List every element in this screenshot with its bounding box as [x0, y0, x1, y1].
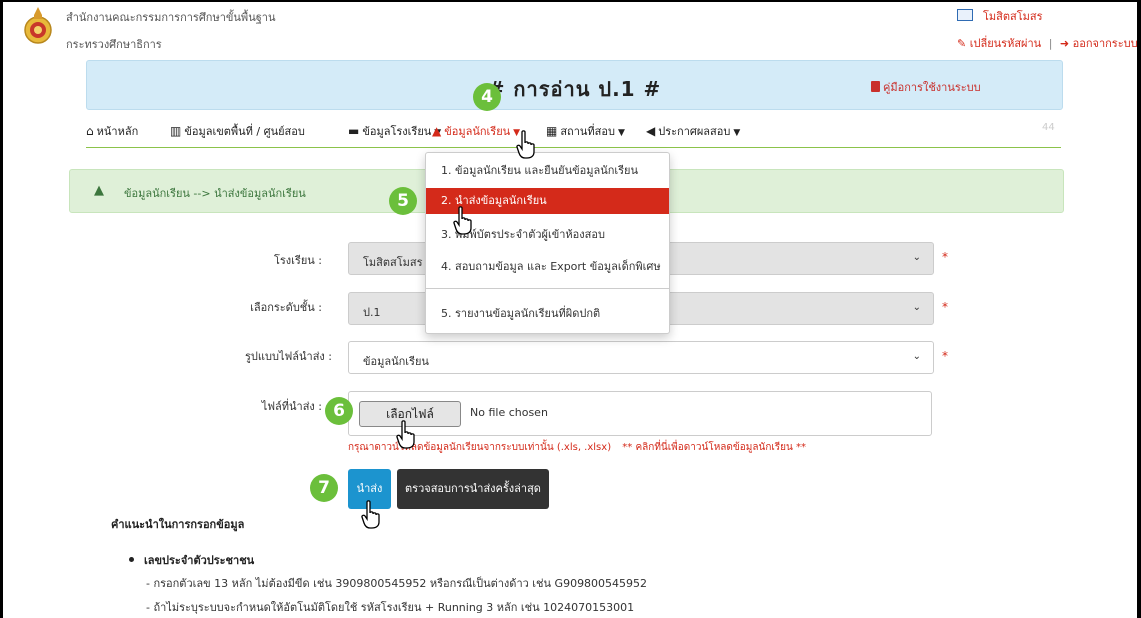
chevron-down-icon: ⌄: [912, 302, 921, 313]
chevron-down-icon: ⌄: [912, 252, 921, 263]
file-input[interactable]: เลือกไฟล์ No file chosen: [348, 391, 932, 436]
breadcrumb-text: ข้อมูลนักเรียน --> นำส่งข้อมูลนักเรียน: [124, 187, 306, 200]
grade-select-value: ป.1: [363, 306, 381, 319]
step-badge-7: 7: [310, 474, 338, 502]
ministry-name: กระทรวงศึกษาธิการ: [66, 38, 162, 51]
nav-venue-label[interactable]: สถานที่สอบ: [560, 125, 615, 138]
nav-school[interactable]: ▬ ข้อมูลโรงเรียน ▼: [348, 122, 441, 140]
required-marker: *: [942, 349, 948, 363]
filetype-select-value: ข้อมูลนักเรียน: [363, 355, 429, 368]
nav-results-label[interactable]: ประกาศผลสอบ: [658, 125, 730, 138]
required-marker: *: [942, 250, 948, 264]
frame-top: [0, 0, 1141, 2]
hand-cursor-icon: [396, 420, 415, 449]
header-actions: ✎ เปลี่ยนรหัสผ่าน | ➜ ออกจากระบบ: [957, 34, 1138, 52]
graduation-cap-icon: ▲: [94, 183, 104, 198]
logout-link[interactable]: ออกจากระบบ: [1073, 37, 1138, 50]
step-badge-4: 4: [473, 83, 501, 111]
menu-item-student-data[interactable]: 1. ข้อมูลนักเรียน และยืนยันข้อมูลนักเรีย…: [426, 158, 669, 184]
user-name[interactable]: โมสิตสโมสร: [983, 10, 1043, 23]
nav-area-label[interactable]: ข้อมูลเขตพื้นที่ / ศูนย์สอบ: [184, 125, 305, 138]
file-label: ไฟล์ที่นำส่ง :: [261, 400, 322, 413]
step-badge-6: 6: [325, 397, 353, 425]
nav-results[interactable]: ◀ ประกาศผลสอบ ▼: [646, 122, 740, 140]
caret-down-icon: ▼: [617, 128, 625, 138]
building-icon: ▥: [170, 124, 182, 138]
student-dropdown-menu: 1. ข้อมูลนักเรียน และยืนยันข้อมูลนักเรีย…: [425, 152, 670, 334]
grade-label: เลือกระดับชั้น :: [250, 301, 322, 314]
menu-item-abnormal-report[interactable]: 5. รายงานข้อมูลนักเรียนที่ผิดปกติ: [426, 301, 669, 327]
logout-icon: ➜: [1059, 37, 1070, 50]
menu-divider: [426, 288, 669, 289]
org-name: สำนักงานคณะกรรมการการศึกษาขั้นพื้นฐาน: [66, 11, 276, 24]
required-marker: *: [942, 300, 948, 314]
bullet-dot: [129, 557, 134, 562]
nav-home[interactable]: ⌂ หน้าหลัก: [86, 122, 138, 140]
manual-link[interactable]: คู่มือการใช้งานระบบ: [871, 78, 981, 96]
school-label: โรงเรียน :: [273, 254, 322, 267]
edit-icon: ✎: [957, 37, 967, 50]
nav-student-label[interactable]: ข้อมูลนักเรียน: [444, 125, 510, 138]
title-banner: # การอ่าน ป.1 # คู่มือการใช้งานระบบ: [86, 60, 1063, 110]
instructions-line-1: - กรอกตัวเลข 13 หลัก ไม่ต้องมีขีด เช่น 3…: [146, 577, 648, 590]
step-badge-5: 5: [389, 187, 417, 215]
graduation-cap-icon: ▲: [432, 124, 442, 138]
instructions-bullet: เลขประจำตัวประชาชน: [129, 551, 254, 569]
main-nav: ⌂ หน้าหลัก ▥ ข้อมูลเขตพื้นที่ / ศูนย์สอบ ▬…: [86, 118, 1061, 144]
change-password-link[interactable]: เปลี่ยนรหัสผ่าน: [970, 37, 1041, 50]
table-icon: ▦: [546, 124, 558, 138]
filetype-select[interactable]: ข้อมูลนักเรียน ⌄: [348, 341, 934, 374]
filetype-label: รูปแบบไฟล์นำส่ง :: [245, 350, 332, 363]
hand-cursor-icon: [361, 500, 380, 529]
nav-student[interactable]: ▲ ข้อมูลนักเรียน ▼: [432, 122, 520, 140]
nav-divider: [86, 147, 1061, 148]
frame-right: [1137, 0, 1141, 618]
hand-cursor-icon: [516, 130, 535, 159]
nav-faint-text: 44: [1042, 122, 1055, 133]
book-icon: [871, 81, 880, 92]
id-card-icon: [957, 9, 973, 21]
home-icon: ⌂: [86, 124, 94, 138]
caret-down-icon: ▼: [733, 128, 741, 138]
nav-school-label[interactable]: ข้อมูลโรงเรียน: [362, 125, 431, 138]
instructions-title: คำแนะนำในการกรอกข้อมูล: [111, 518, 245, 531]
file-help-text: กรุณาดาวน์โหลดข้อมูลนักเรียนจากระบบเท่าน…: [348, 442, 612, 453]
briefcase-icon: ▬: [348, 124, 360, 138]
download-link[interactable]: ** คลิกที่นี่เพื่อดาวน์โหลดข้อมูลนักเรีย…: [622, 442, 806, 453]
file-status: No file chosen: [470, 406, 548, 419]
hand-cursor-icon: [453, 206, 472, 235]
instructions-bullet-text: เลขประจำตัวประชาชน: [144, 554, 255, 567]
obec-logo: [24, 7, 52, 44]
megaphone-icon: ◀: [646, 124, 656, 138]
nav-venue[interactable]: ▦ สถานที่สอบ ▼: [546, 122, 625, 140]
instructions-line-2: - ถ้าไม่ระบุระบบจะกำหนดให้อัตโนมัติโดยใช…: [146, 601, 635, 614]
check-last-button[interactable]: ตรวจสอบการนำส่งครั้งล่าสุด: [397, 469, 549, 509]
user-info[interactable]: โมสิตสโมสร: [957, 7, 1043, 25]
nav-area[interactable]: ▥ ข้อมูลเขตพื้นที่ / ศูนย์สอบ: [170, 122, 305, 140]
separator: |: [1048, 37, 1053, 50]
chevron-down-icon: ⌄: [912, 351, 921, 362]
nav-home-label[interactable]: หน้าหลัก: [97, 125, 139, 138]
frame-left: [0, 0, 3, 618]
manual-label[interactable]: คู่มือการใช้งานระบบ: [883, 81, 981, 94]
menu-item-export[interactable]: 4. สอบถามข้อมูล และ Export ข้อมูลเด็กพิเ…: [426, 254, 669, 280]
